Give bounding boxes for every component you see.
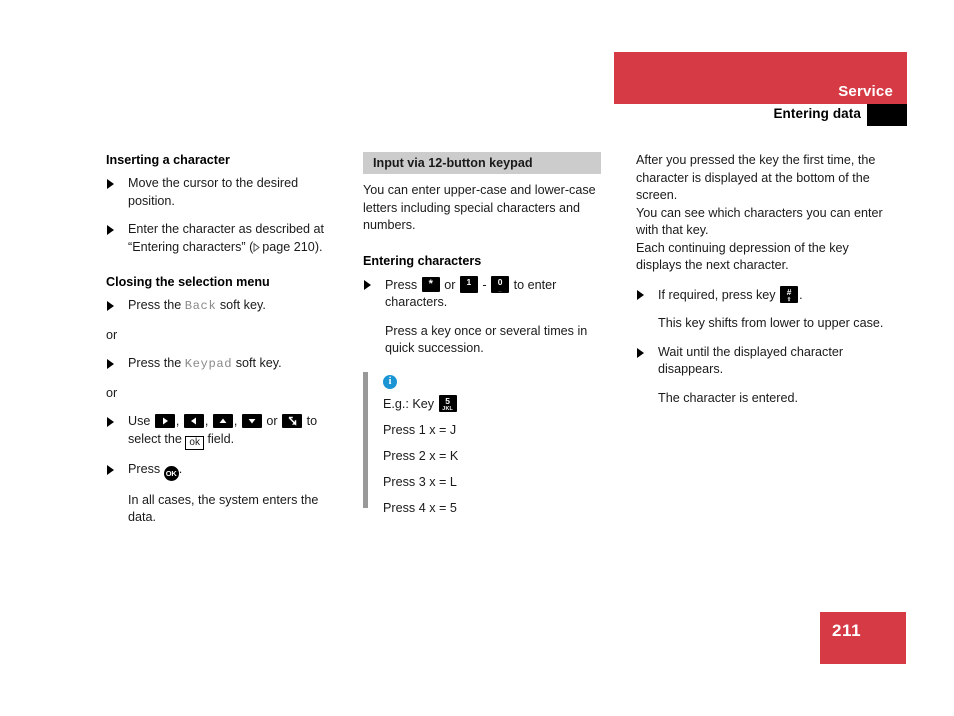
bullet-triangle-icon [107,359,114,369]
page-number: 211 [832,621,862,640]
or-separator-2: or [106,385,118,400]
heading-input-via-12-button-keypad: Input via 12-button keypad [363,152,601,174]
press-the-label: Press the [128,298,182,312]
bullet-triangle-icon [107,301,114,311]
list-item: Move the cursor to the desired position. [106,175,341,210]
bullet-triangle-icon [364,279,371,290]
if-required-label: If required, press key [658,287,776,302]
left-final-note: In all cases, the system enters the data… [128,492,319,525]
note-example-key-line: E.g.: Key 5 JKL [383,394,603,412]
key-1-icon[interactable]: 1 [459,275,478,293]
list-item-text: Move the cursor to the desired position. [128,176,299,208]
list-item-text: Wait until the displayed character disap… [658,344,844,377]
list-item: Press OK. [106,461,341,481]
period: . [799,287,803,302]
arrow-right-key-icon[interactable] [154,414,175,428]
press-the-label: Press the [128,356,182,370]
arrow-down-key-icon[interactable] [241,414,262,428]
note-line: Press 1 x = J [383,422,457,437]
range-dash: - [482,277,487,292]
or-separator-1: or [106,327,118,342]
page-title: Service [838,83,893,100]
middle-intro-text: You can enter upper-case and lower-case … [363,183,596,232]
note-line: Press 2 x = K [383,448,459,463]
heading-closing-the-selection-menu: Closing the selection menu [106,275,270,289]
eg-key-label: E.g.: Key [383,396,435,411]
press-label: Press [128,461,161,476]
bullet-triangle-icon [107,179,114,189]
hash-key-symbol: # [786,286,792,297]
softkey-back-label[interactable]: Back [185,299,217,313]
heading-entering-characters: Entering characters [363,253,482,268]
or-inline-label: or [266,414,278,428]
hash-key-shift-glyph: ⇧ [786,296,792,303]
press-label: Press [385,277,418,292]
right-para-1: After you pressed the key the first time… [636,153,876,202]
page-ref-triangle-icon [253,242,261,252]
key-0-icon[interactable]: 0 _ [491,275,510,293]
list-item-text-post: ). [314,239,323,254]
header-band: Service [614,52,907,104]
list-item: Press * or 1 - 0 _ to enter characters. [363,275,603,312]
right-para-3: Each continuing depression of the key di… [636,240,849,273]
arrow-diagonal-back-key-icon[interactable] [282,414,303,428]
key-5-letters: JKL [442,405,453,412]
arrow-up-key-icon[interactable] [212,414,233,428]
info-note-bar [363,371,368,508]
right-column: After you pressed the key the first time… [636,152,884,418]
left-column: Inserting a character Move the cursor to… [106,152,341,538]
key-1-digit: 1 [466,276,472,287]
character-entered-note: The character is entered. [658,390,799,405]
list-item: If required, press key # ⇧. [636,285,884,305]
period: . [178,461,183,476]
list-item: Press the Keypad soft key. [106,355,341,374]
list-item: Press the Back soft key. [106,297,341,316]
info-note-box: i E.g.: Key 5 JKL Press 1 x = J Press 2 x… [363,371,603,516]
or-inline-label: or [444,277,456,292]
ok-button-icon[interactable]: OK [163,465,179,481]
list-item: Enter the character as described at “Ent… [106,221,341,256]
section-subtitle: Entering data [773,106,861,121]
star-key-icon[interactable]: * [421,276,440,292]
right-para-2: You can see which characters you can ent… [636,205,883,238]
soft-key-suffix: soft key. [235,356,282,370]
bullet-triangle-icon [107,417,114,427]
bullet-triangle-icon [637,347,644,358]
key-0-letters: _ [498,286,502,293]
page-ref-text: page 210 [262,239,315,254]
key-0-digit: 0 [497,276,503,287]
ok-field-icon[interactable]: ok [185,435,204,450]
list-item: Use , , , or to select the ok field. [106,413,341,450]
comma-2: , [204,414,209,428]
bullet-triangle-icon [637,289,644,300]
bullet-triangle-icon [107,225,114,235]
comma-3: , [233,414,238,428]
chapter-thumb-tab [867,104,907,126]
key-5-digit: 5 [445,395,450,406]
note-line: Press 4 x = 5 [383,500,457,515]
quick-succession-note: Press a key once or several times in qui… [385,323,588,356]
arrow-left-key-icon[interactable] [183,414,204,428]
soft-key-suffix: soft key. [219,298,266,312]
field-word: field. [207,431,235,446]
key-5-jkl-icon[interactable]: 5 JKL [438,394,457,412]
note-line: Press 3 x = L [383,474,457,489]
page-number-box: 211 [820,612,906,664]
hash-key-icon[interactable]: # ⇧ [780,285,799,303]
comma-1: , [175,414,180,428]
middle-column: Input via 12-button keypad You can enter… [363,152,603,516]
softkey-keypad-label[interactable]: Keypad [185,357,232,371]
info-icon: i [383,374,397,389]
list-item: Wait until the displayed character disap… [636,344,884,379]
bullet-triangle-icon [107,464,114,475]
heading-inserting-a-character: Inserting a character [106,153,230,167]
shift-key-explanation: This key shifts from lower to upper case… [658,316,884,330]
use-label: Use [128,414,151,428]
subheader-row: Entering data [614,104,907,126]
